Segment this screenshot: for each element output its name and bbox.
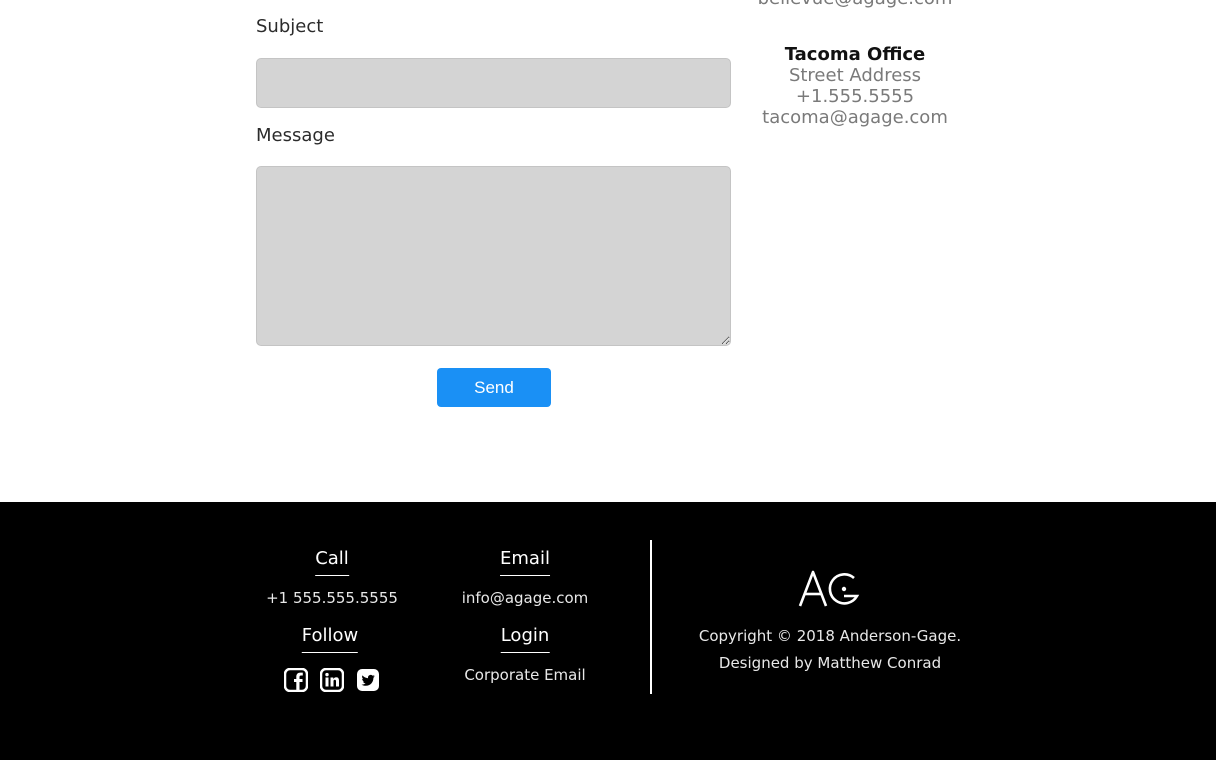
footer: Call +1 555.555.5555 Email info@agage.co… (0, 502, 1216, 760)
copyright-text: Copyright © 2018 Anderson-Gage. (698, 627, 962, 645)
login-heading: Login (500, 625, 550, 653)
call-phone[interactable]: +1 555.555.5555 (266, 589, 398, 607)
subject-input[interactable] (256, 58, 731, 108)
social-links (284, 668, 380, 692)
ag-logo (798, 570, 860, 607)
twitter-icon[interactable] (356, 668, 380, 692)
facebook-icon[interactable] (284, 668, 308, 692)
corporate-email-link[interactable]: Corporate Email (464, 666, 585, 684)
email-address[interactable]: info@agage.com (462, 589, 589, 607)
designer-credit[interactable]: Designed by Matthew Conrad (719, 654, 941, 672)
tacoma-office-block: Tacoma Office Street Address +1.555.5555… (740, 44, 970, 128)
tacoma-office-email[interactable]: tacoma@agage.com (740, 107, 970, 128)
message-label: Message (256, 125, 335, 146)
message-textarea[interactable] (256, 166, 731, 346)
tacoma-office-name: Tacoma Office (784, 44, 926, 65)
call-heading: Call (315, 548, 349, 576)
follow-heading: Follow (301, 625, 359, 653)
tacoma-office-phone: +1.555.5555 (795, 86, 915, 107)
footer-divider (650, 540, 652, 694)
send-button[interactable]: Send (437, 368, 551, 407)
linkedin-icon[interactable] (320, 668, 344, 692)
bellevue-email[interactable]: bellevue@agage.com (740, 0, 970, 9)
tacoma-office-address: Street Address (788, 65, 922, 86)
subject-label: Subject (256, 16, 324, 37)
email-heading: Email (500, 548, 550, 576)
